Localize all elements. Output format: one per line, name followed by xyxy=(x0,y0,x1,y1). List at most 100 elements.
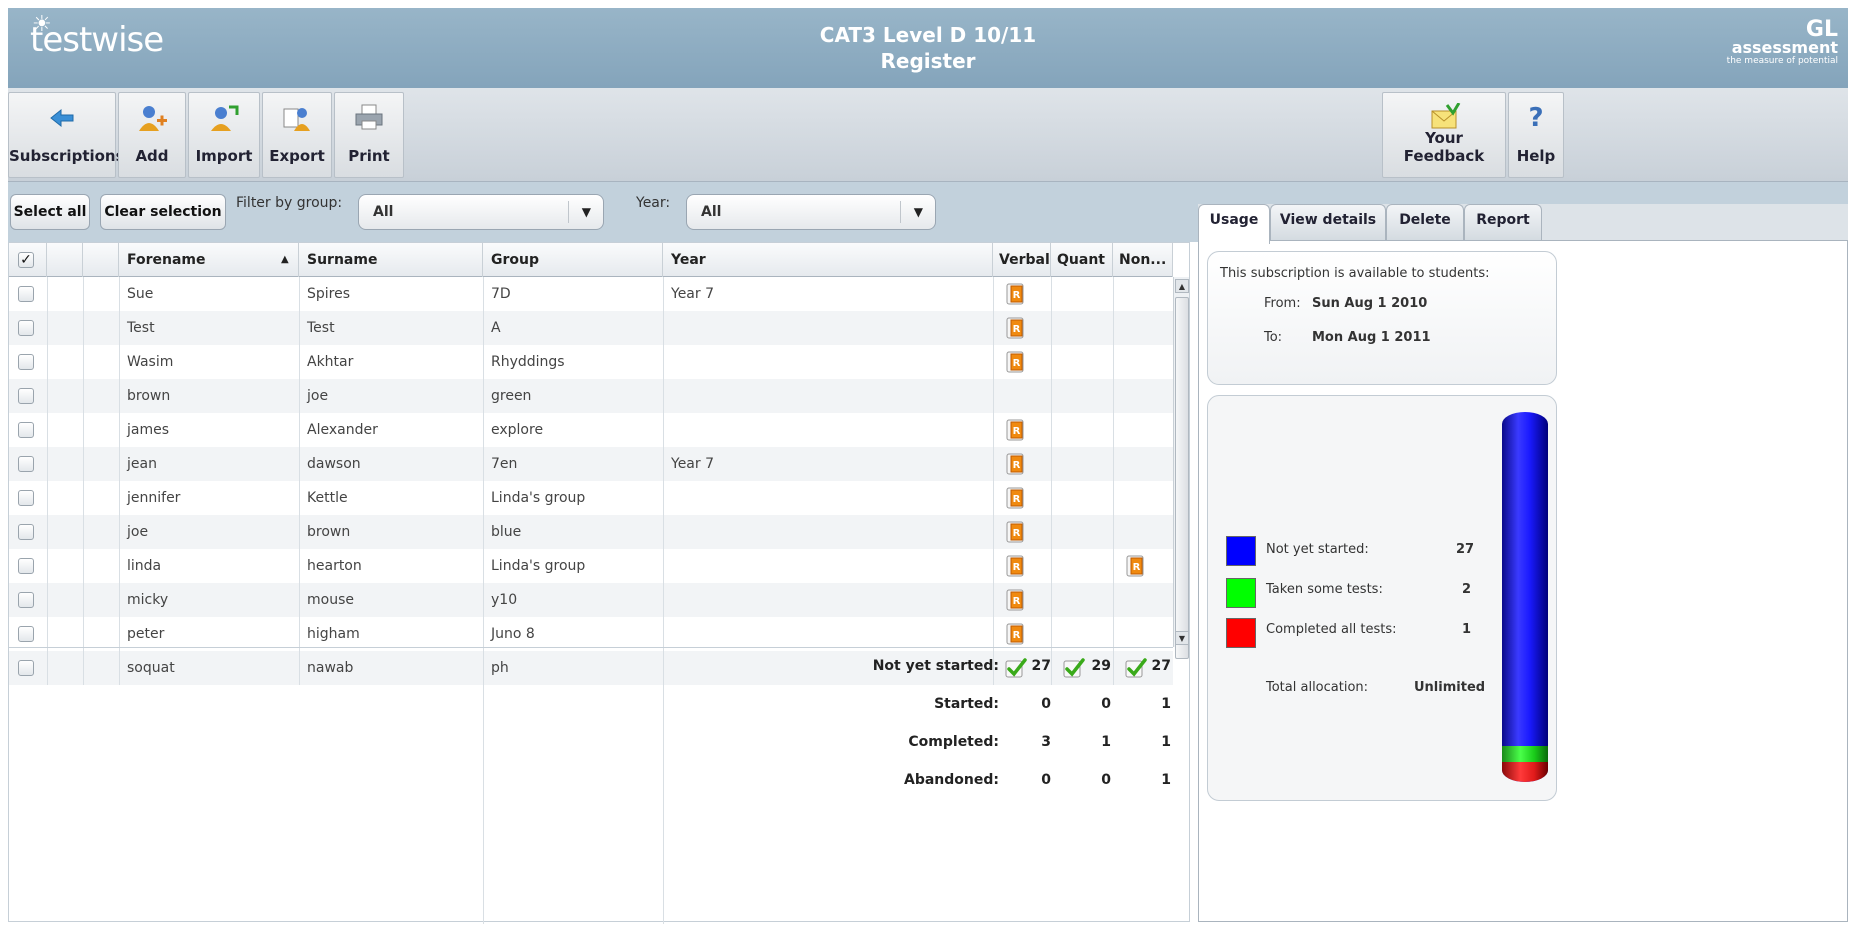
header-non-verbal[interactable]: Non... xyxy=(1113,243,1173,277)
tab-report[interactable]: Report xyxy=(1464,204,1542,240)
table-row[interactable]: brown joe green xyxy=(9,379,1173,413)
scroll-thumb[interactable] xyxy=(1175,297,1189,659)
year-filter-select[interactable]: All ▼ xyxy=(686,194,936,230)
group-cell: green xyxy=(491,388,532,404)
year-cell xyxy=(663,583,671,617)
forename-cell: joe xyxy=(127,524,149,540)
row-checkbox[interactable] xyxy=(18,490,34,506)
help-button[interactable]: ? Help xyxy=(1508,92,1564,178)
table-row[interactable]: peter higham Juno 8 R xyxy=(9,617,1173,651)
table-row[interactable]: jennifer Kettle Linda's group R xyxy=(9,481,1173,515)
verbal-not-started-icon[interactable]: R xyxy=(1005,623,1025,645)
svg-text:R: R xyxy=(1013,324,1021,335)
to-label: To: xyxy=(1264,330,1283,345)
verbal-not-started-icon[interactable]: R xyxy=(1005,589,1025,611)
table-row[interactable]: Test Test A R xyxy=(9,311,1173,345)
clear-selection-button[interactable]: Clear selection xyxy=(100,194,226,230)
summary-verbal: 27 xyxy=(1031,658,1051,674)
table-row[interactable]: linda hearton Linda's group R R xyxy=(9,549,1173,583)
add-button[interactable]: Add xyxy=(118,92,186,178)
tab-usage[interactable]: Usage xyxy=(1198,204,1270,244)
column-divider xyxy=(1051,277,1052,685)
summary-verbal: 3 xyxy=(1041,734,1051,750)
forename-cell: Test xyxy=(127,320,155,336)
header-quant[interactable]: Quant xyxy=(1051,243,1113,277)
table-row[interactable]: Sue Spires 7D Year 7 R xyxy=(9,277,1173,311)
column-divider xyxy=(993,277,994,685)
header-surname[interactable]: Surname xyxy=(299,243,483,277)
summary-verbal: 0 xyxy=(1041,772,1051,788)
scroll-up-icon[interactable]: ▲ xyxy=(1175,279,1189,293)
table-scrollbar[interactable]: ▲ ▼ xyxy=(1173,277,1189,659)
forename-column-label: Forename xyxy=(127,252,206,268)
taken-some-label: Taken some tests: xyxy=(1266,582,1383,597)
table-row[interactable]: joe brown blue R xyxy=(9,515,1173,549)
row-checkbox[interactable] xyxy=(18,320,34,336)
surname-cell: hearton xyxy=(307,558,362,574)
row-checkbox[interactable] xyxy=(18,388,34,404)
verbal-not-started-icon[interactable]: R xyxy=(1005,283,1025,305)
header-group[interactable]: Group xyxy=(483,243,663,277)
year-cell xyxy=(663,515,671,549)
table-row[interactable]: Wasim Akhtar Rhyddings R xyxy=(9,345,1173,379)
verbal-not-started-icon[interactable]: R xyxy=(1005,351,1025,373)
verbal-not-started-icon[interactable]: R xyxy=(1005,419,1025,441)
header-year[interactable]: Year xyxy=(663,243,993,277)
row-checkbox[interactable] xyxy=(18,558,34,574)
row-checkbox[interactable] xyxy=(18,626,34,642)
usage-cylinder-chart xyxy=(1502,412,1548,782)
select-all-button[interactable]: Select all xyxy=(10,194,90,230)
select-all-checkbox[interactable]: ✓ xyxy=(18,252,34,268)
verbal-not-started-icon[interactable]: R xyxy=(1005,487,1025,509)
tab-view-details[interactable]: View details xyxy=(1270,204,1386,240)
svg-text:R: R xyxy=(1133,562,1141,573)
print-button[interactable]: Print xyxy=(334,92,404,178)
header-select-cell: ✓ xyxy=(9,243,47,277)
feedback-button[interactable]: Your Feedback xyxy=(1382,92,1506,178)
table-row[interactable]: jean dawson 7en Year 7 R xyxy=(9,447,1173,481)
taken-some-value: 2 xyxy=(1462,582,1472,597)
subscriptions-button[interactable]: Subscriptions xyxy=(8,92,125,178)
column-divider xyxy=(299,277,300,685)
year-cell xyxy=(663,549,671,583)
summary-label: Not yet started: xyxy=(872,658,999,674)
row-checkbox[interactable] xyxy=(18,354,34,370)
column-divider xyxy=(119,277,120,685)
non-verbal-not-started-icon[interactable]: R xyxy=(1125,555,1145,577)
verbal-not-started-icon[interactable]: R xyxy=(1005,521,1025,543)
table-row[interactable]: micky mouse y10 R xyxy=(9,583,1173,617)
column-divider xyxy=(83,277,84,685)
row-checkbox[interactable] xyxy=(18,524,34,540)
export-button[interactable]: Export xyxy=(262,92,332,178)
column-divider xyxy=(663,277,664,685)
year-filter-label: Year: xyxy=(636,195,671,211)
tab-delete[interactable]: Delete xyxy=(1386,204,1464,240)
verbal-not-started-icon[interactable]: R xyxy=(1005,317,1025,339)
svg-text:R: R xyxy=(1013,562,1021,573)
svg-text:R: R xyxy=(1013,494,1021,505)
row-checkbox[interactable] xyxy=(18,456,34,472)
scroll-down-icon[interactable]: ▼ xyxy=(1175,631,1189,645)
import-button[interactable]: Import xyxy=(188,92,260,178)
select-divider xyxy=(568,201,569,223)
verbal-not-started-icon[interactable]: R xyxy=(1005,453,1025,475)
group-cell: blue xyxy=(491,524,522,540)
year-filter-value: All xyxy=(701,204,722,220)
row-checkbox[interactable] xyxy=(18,286,34,302)
usage-chart-box: Not yet started: 27 Taken some tests: 2 … xyxy=(1207,395,1557,801)
summary-non-verbal: 27 xyxy=(1151,658,1171,674)
header-blank-col1 xyxy=(47,243,83,277)
brand-assessment: assessment xyxy=(1731,38,1838,57)
header-verbal[interactable]: Verbal xyxy=(993,243,1051,277)
availability-box: This subscription is available to studen… xyxy=(1207,251,1557,385)
group-cell: Rhyddings xyxy=(491,354,565,370)
group-filter-select[interactable]: All ▼ xyxy=(358,194,604,230)
header-forename[interactable]: Forename ▲ xyxy=(119,243,299,277)
feedback-label: Your Feedback xyxy=(1403,129,1485,165)
row-checkbox[interactable] xyxy=(18,592,34,608)
allocation-value: Unlimited xyxy=(1414,680,1486,695)
table-row[interactable]: james Alexander explore R xyxy=(9,413,1173,447)
row-checkbox[interactable] xyxy=(18,422,34,438)
allocation-label: Total allocation: xyxy=(1266,680,1369,695)
verbal-not-started-icon[interactable]: R xyxy=(1005,555,1025,577)
